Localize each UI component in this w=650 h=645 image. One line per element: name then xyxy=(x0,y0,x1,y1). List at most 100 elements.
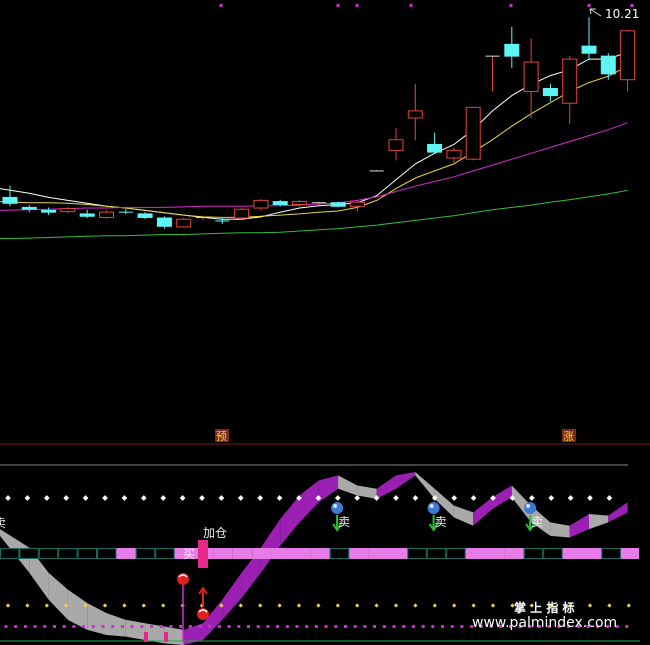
dot-magenta xyxy=(4,625,8,628)
dot-magenta xyxy=(91,625,95,628)
candle xyxy=(465,106,481,161)
bottom-marker-yu: 预 xyxy=(215,429,229,443)
dot-magenta xyxy=(305,625,309,628)
band-cell xyxy=(329,548,350,559)
dot-magenta xyxy=(169,625,173,628)
top-marker xyxy=(587,4,591,7)
band-cell xyxy=(601,548,621,559)
sell-label: 卖 xyxy=(531,515,543,529)
dot-magenta xyxy=(237,625,241,628)
band-cell xyxy=(271,548,291,559)
sell-label: 卖 xyxy=(338,515,350,529)
band-cell xyxy=(116,548,136,559)
band-cell xyxy=(465,548,485,559)
band-cell xyxy=(504,548,524,559)
stock-chart: 10.21 预 涨 卖 卖 卖 买 加仓 卖 掌 上 指 标 www.palmind… xyxy=(0,0,650,645)
band-cell xyxy=(19,548,39,559)
watermark-cn: 掌 上 指 标 xyxy=(514,600,575,615)
band-cell xyxy=(485,548,505,559)
add-position-label: 加仓 xyxy=(203,526,227,540)
dot-magenta xyxy=(402,625,406,628)
watermark-url: www.palmindex.com xyxy=(472,615,617,631)
dot-magenta xyxy=(353,625,357,628)
dot-magenta xyxy=(460,625,464,628)
band-cell xyxy=(446,548,466,559)
band-cell xyxy=(582,548,602,559)
band-cell xyxy=(310,548,330,559)
dot-magenta xyxy=(130,625,134,628)
dot-magenta xyxy=(53,625,56,628)
candle xyxy=(176,218,192,228)
band-cell xyxy=(0,548,20,559)
dot-magenta xyxy=(625,625,629,628)
dot-magenta xyxy=(23,625,27,628)
dot-magenta xyxy=(82,625,86,628)
band-cell xyxy=(407,548,427,559)
dot-magenta xyxy=(441,625,444,628)
ribbon-segment xyxy=(125,619,146,640)
band-cell xyxy=(620,548,639,559)
dot-magenta xyxy=(247,625,250,628)
sell-ball-icon xyxy=(524,502,537,514)
indicator-band xyxy=(0,548,639,559)
dot-magenta xyxy=(450,625,454,628)
dot-magenta xyxy=(324,625,328,628)
dot-magenta xyxy=(179,625,183,628)
band-cell xyxy=(252,548,272,559)
candle xyxy=(234,208,250,220)
band-cell xyxy=(368,548,388,559)
dot-magenta xyxy=(72,625,76,628)
dot-magenta xyxy=(120,625,124,628)
dot-magenta xyxy=(276,625,280,628)
candle xyxy=(330,201,346,208)
dot-magenta xyxy=(314,625,318,628)
dot-magenta xyxy=(188,625,192,628)
dot-magenta xyxy=(33,625,37,628)
dot-magenta xyxy=(140,625,144,628)
buy-label: 买 xyxy=(183,547,195,561)
top-marker xyxy=(336,4,340,7)
band-cell xyxy=(349,548,369,559)
dot-magenta xyxy=(256,625,260,628)
band-cell xyxy=(97,548,117,559)
band-cell xyxy=(232,548,253,559)
band-cell xyxy=(562,548,582,559)
dot-magenta xyxy=(159,625,163,628)
dot-magenta xyxy=(111,625,115,628)
svg-text:涨: 涨 xyxy=(563,430,574,443)
max-price-label: 10.21 xyxy=(605,7,639,21)
dot-magenta xyxy=(150,625,153,628)
dot-magenta xyxy=(285,625,289,628)
dot-magenta xyxy=(266,625,270,628)
band-cell xyxy=(291,548,311,559)
top-marker xyxy=(409,4,413,7)
dot-magenta xyxy=(43,625,47,628)
dot-magenta xyxy=(101,625,105,628)
dot-magenta xyxy=(62,625,66,628)
dot-magenta xyxy=(334,625,338,628)
sell-ball-icon xyxy=(331,502,344,514)
dot-magenta xyxy=(208,625,212,628)
band-cell xyxy=(38,548,59,559)
dot-magenta xyxy=(373,625,377,628)
top-marker xyxy=(355,4,359,7)
dot-magenta xyxy=(217,625,221,628)
dot-magenta xyxy=(363,625,367,628)
dot-magenta xyxy=(382,625,386,628)
sell-ball-icon xyxy=(427,502,440,514)
left-sell-label: 卖 xyxy=(0,516,6,530)
band-cell xyxy=(213,548,233,559)
dot-magenta xyxy=(14,625,18,628)
dot-magenta xyxy=(392,625,396,628)
band-cell xyxy=(77,548,97,559)
dot-magenta xyxy=(198,625,202,628)
dot-magenta xyxy=(421,625,425,628)
dot-magenta xyxy=(227,625,231,628)
top-marker xyxy=(509,4,513,7)
band-cell xyxy=(426,548,447,559)
dot-magenta xyxy=(431,625,435,628)
band-cell xyxy=(388,548,408,559)
dot-magenta xyxy=(295,625,299,628)
band-cell xyxy=(523,548,544,559)
band-cell xyxy=(155,548,175,559)
